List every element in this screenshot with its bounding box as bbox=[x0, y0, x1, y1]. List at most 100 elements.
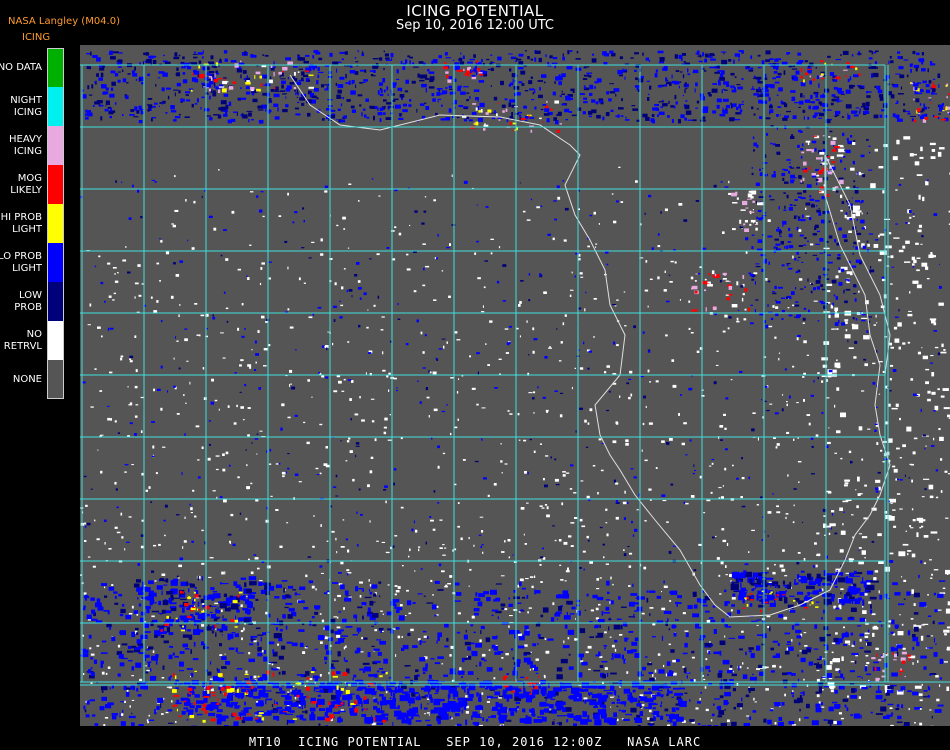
icing-cell bbox=[896, 651, 899, 656]
no-retrieval-cell bbox=[873, 577, 877, 581]
no-retrieval-cell bbox=[388, 389, 390, 392]
icing-cell bbox=[778, 614, 783, 618]
no-retrieval-cell bbox=[911, 553, 916, 558]
icing-cell bbox=[352, 634, 358, 636]
icing-cell bbox=[589, 636, 594, 638]
icing-cell bbox=[202, 56, 204, 59]
icing-cell bbox=[779, 114, 781, 116]
no-retrieval-cell bbox=[98, 255, 101, 258]
no-retrieval-cell bbox=[524, 471, 527, 474]
icing-cell bbox=[491, 644, 496, 649]
no-retrieval-cell bbox=[799, 650, 802, 652]
icing-cell bbox=[891, 619, 895, 625]
icing-cell bbox=[428, 86, 435, 89]
no-retrieval-cell bbox=[433, 299, 437, 301]
icing-cell bbox=[710, 619, 716, 623]
no-retrieval-cell bbox=[595, 246, 597, 248]
icing-cell bbox=[608, 98, 612, 102]
no-retrieval-cell bbox=[939, 684, 941, 687]
icing-cell bbox=[919, 706, 922, 709]
no-retrieval-cell bbox=[367, 309, 369, 311]
icing-cell bbox=[818, 101, 822, 105]
no-retrieval-cell bbox=[170, 295, 174, 299]
icing-cell bbox=[861, 227, 865, 230]
no-retrieval-cell bbox=[289, 326, 294, 329]
icing-cell bbox=[633, 476, 637, 479]
icing-cell bbox=[222, 615, 224, 618]
icing-cell bbox=[456, 592, 462, 596]
icing-cell bbox=[534, 57, 537, 62]
icing-cell bbox=[755, 263, 760, 265]
icing-cell bbox=[899, 74, 905, 79]
icing-cell bbox=[757, 239, 763, 243]
no-retrieval-cell bbox=[872, 627, 879, 630]
no-retrieval-cell bbox=[565, 472, 570, 474]
icing-cell bbox=[158, 71, 165, 74]
no-retrieval-cell bbox=[192, 489, 195, 492]
icing-cell bbox=[713, 381, 717, 385]
no-retrieval-cell bbox=[90, 653, 95, 656]
icing-cell bbox=[175, 702, 182, 705]
icing-cell bbox=[613, 712, 617, 718]
icing-cell bbox=[922, 88, 924, 91]
icing-cell bbox=[784, 115, 789, 118]
icing-cell bbox=[107, 405, 110, 407]
icing-cell bbox=[528, 273, 531, 276]
no-retrieval-cell bbox=[564, 314, 567, 317]
icing-cell bbox=[711, 458, 715, 461]
icing-cell bbox=[266, 506, 268, 510]
icing-cell bbox=[596, 114, 601, 119]
icing-cell bbox=[611, 701, 615, 704]
icing-cell bbox=[337, 84, 344, 88]
icing-cell bbox=[579, 628, 586, 634]
icing-cell bbox=[634, 85, 640, 88]
icing-cell bbox=[790, 181, 794, 184]
icing-cell bbox=[775, 144, 780, 147]
no-retrieval-cell bbox=[101, 671, 105, 675]
icing-cell bbox=[877, 471, 881, 474]
no-retrieval-cell bbox=[883, 144, 889, 148]
icing-cell bbox=[723, 81, 729, 85]
no-retrieval-cell bbox=[336, 224, 339, 227]
icing-cell bbox=[260, 636, 262, 642]
icing-cell bbox=[461, 709, 463, 714]
icing-cell bbox=[795, 70, 800, 75]
icing-cell bbox=[892, 582, 898, 586]
icing-cell bbox=[873, 52, 877, 54]
icing-cell bbox=[476, 240, 479, 243]
icing-cell bbox=[784, 181, 789, 184]
no-retrieval-cell bbox=[919, 699, 923, 702]
icing-cell bbox=[835, 59, 841, 61]
icing-cell bbox=[776, 76, 781, 78]
no-retrieval-cell bbox=[219, 654, 223, 656]
no-retrieval-cell bbox=[563, 541, 568, 545]
no-retrieval-cell bbox=[836, 359, 838, 362]
icing-cell bbox=[479, 102, 485, 108]
legend-label: LO PROB LIGHT bbox=[0, 250, 42, 274]
icing-cell bbox=[147, 108, 150, 112]
icing-cell bbox=[697, 723, 701, 725]
icing-cell bbox=[245, 81, 251, 85]
icing-cell bbox=[486, 667, 493, 672]
no-retrieval-cell bbox=[462, 459, 466, 461]
icing-cell bbox=[471, 650, 478, 655]
no-retrieval-cell bbox=[891, 407, 898, 410]
icing-cell bbox=[786, 110, 791, 113]
icing-cell bbox=[857, 171, 859, 176]
no-retrieval-cell bbox=[249, 244, 252, 246]
icing-cell bbox=[109, 115, 112, 119]
icing-cell bbox=[165, 112, 168, 114]
icing-cell bbox=[678, 85, 680, 89]
no-retrieval-cell bbox=[554, 478, 559, 482]
no-retrieval-cell bbox=[383, 426, 387, 429]
no-retrieval-cell bbox=[748, 551, 750, 553]
no-retrieval-cell bbox=[450, 377, 454, 379]
icing-cell bbox=[390, 601, 396, 606]
icing-cell bbox=[197, 601, 200, 607]
icing-cell bbox=[335, 82, 338, 86]
no-retrieval-cell bbox=[890, 255, 894, 259]
icing-cell bbox=[281, 84, 284, 89]
no-retrieval-cell bbox=[828, 678, 833, 680]
icing-cell bbox=[744, 228, 749, 232]
icing-cell bbox=[945, 84, 948, 87]
